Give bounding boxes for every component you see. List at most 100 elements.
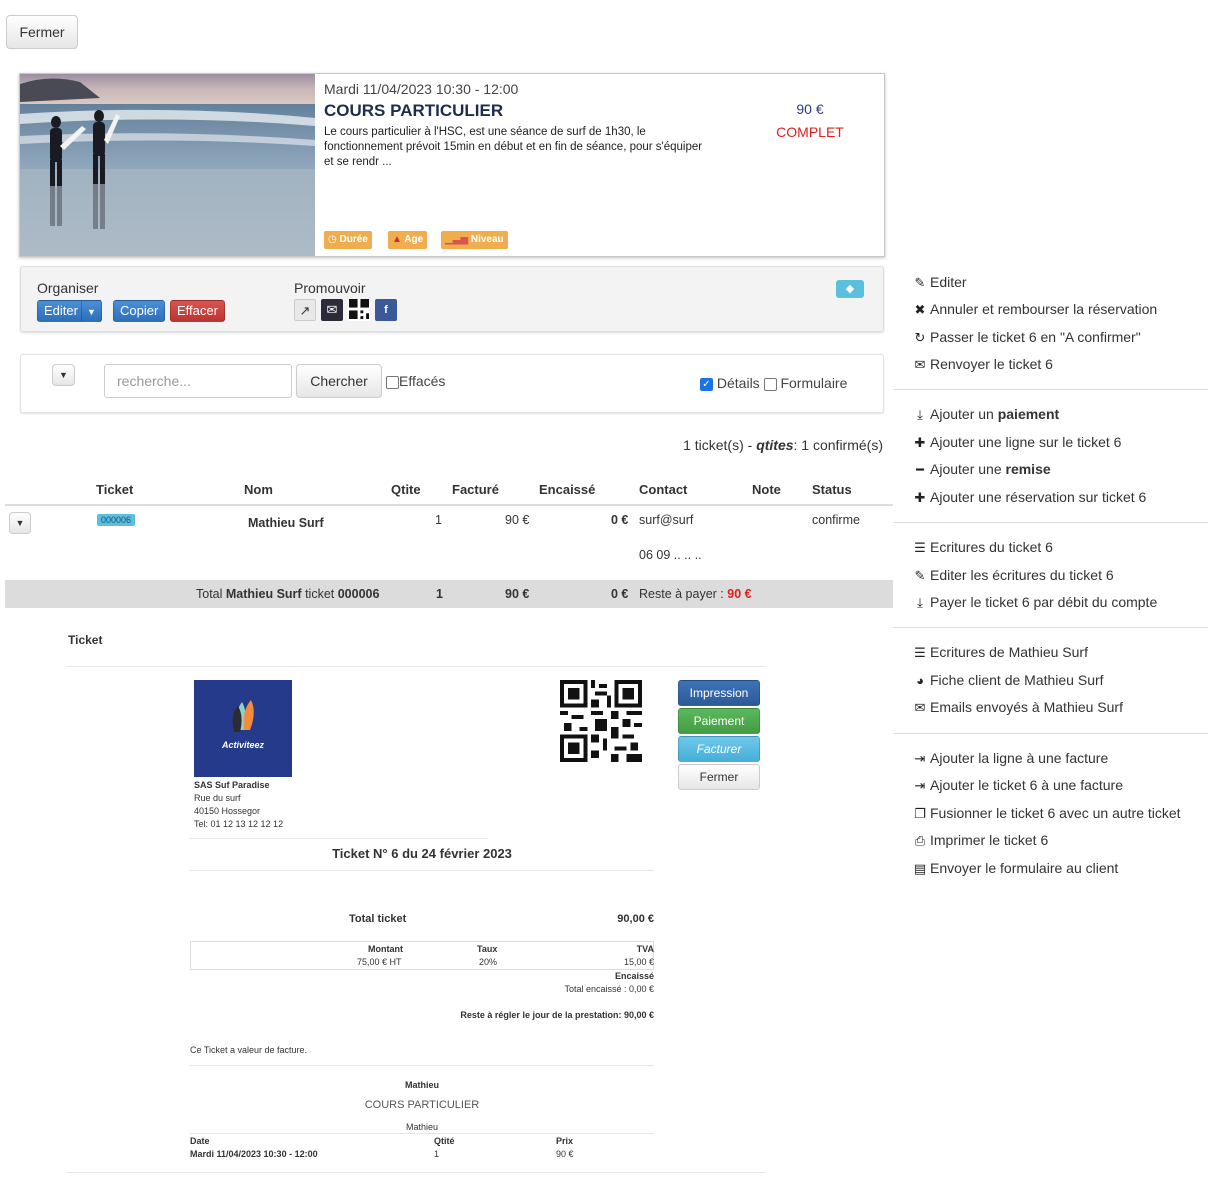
line-header-date: Date bbox=[190, 1136, 210, 1146]
remaining-to-pay: Reste à régler le jour de la prestation:… bbox=[460, 1010, 654, 1020]
user-icon: ▲ bbox=[392, 234, 405, 245]
menu-separator bbox=[893, 389, 1208, 390]
encaisse-label: Encaissé bbox=[614, 971, 654, 981]
search-button[interactable]: Chercher bbox=[296, 364, 382, 398]
merge-icon: ❐ bbox=[914, 806, 926, 821]
tax-header-vat: TVA bbox=[636, 944, 654, 954]
search-input[interactable]: recherche... bbox=[104, 364, 292, 398]
event-date: Mardi 11/04/2023 10:30 - 12:00 bbox=[324, 81, 519, 97]
menu-to-confirm[interactable]: ↻ Passer le ticket 6 en "A confirmer" bbox=[912, 327, 1141, 347]
edit-dropdown-toggle[interactable]: ▼ bbox=[81, 300, 102, 322]
menu-add-payment[interactable]: ⤓ Ajouter un paiement bbox=[912, 404, 1059, 424]
line-price: 90 € bbox=[556, 1149, 574, 1159]
menu-add-ticket-invoice[interactable]: ⇥ Ajouter le ticket 6 à une facture bbox=[912, 775, 1123, 795]
company-logo: Activiteez bbox=[194, 680, 292, 777]
login-icon: ⇥ bbox=[914, 751, 926, 766]
svg-text:Activiteez: Activiteez bbox=[221, 740, 265, 750]
menu-sent-emails[interactable]: ✉ Emails envoyés à Mathieu Surf bbox=[912, 697, 1123, 717]
plus-icon: ✚ bbox=[914, 490, 926, 505]
pencil-icon: ✎ bbox=[914, 275, 926, 290]
event-price: 90 € bbox=[796, 101, 824, 117]
event-card: Mardi 11/04/2023 10:30 - 12:00 COURS PAR… bbox=[19, 73, 885, 257]
clock-icon: ◷ bbox=[328, 234, 340, 245]
deleted-checkbox[interactable] bbox=[386, 375, 399, 389]
details-filter[interactable]: ✓ Détails Formulaire bbox=[700, 375, 847, 391]
menu-edit[interactable]: ✎ Editer bbox=[912, 272, 967, 292]
row-phone[interactable]: 06 09 .. .. .. bbox=[639, 548, 702, 562]
minus-icon: ━ bbox=[916, 462, 924, 477]
menu-send-form[interactable]: ▤ Envoyer le formulaire au client bbox=[912, 858, 1118, 878]
total-qty: 1 bbox=[436, 587, 443, 601]
row-status: confirme bbox=[812, 513, 860, 527]
menu-edit-entries[interactable]: ✎ Editer les écritures du ticket 6 bbox=[912, 565, 1114, 585]
copy-button[interactable]: Copier bbox=[113, 300, 166, 322]
caret-down-icon: ▼ bbox=[59, 370, 68, 380]
tag-duration: ◷ Durée bbox=[324, 231, 372, 249]
deleted-filter[interactable]: Effacés bbox=[386, 373, 445, 389]
close-button[interactable]: Fermer bbox=[6, 15, 78, 49]
menu-add-line[interactable]: ✚ Ajouter une ligne sur le ticket 6 bbox=[912, 432, 1122, 452]
ticket-summary: 1 ticket(s) - qtites: 1 confirmé(s) bbox=[683, 437, 883, 453]
invoice-note: Ce Ticket a valeur de facture. bbox=[190, 1045, 308, 1055]
menu-ticket-entries[interactable]: ☰ Ecritures du ticket 6 bbox=[912, 537, 1053, 557]
total-remaining: Reste à payer : 90 € bbox=[639, 587, 752, 601]
total-ticket-value: 90,00 € bbox=[617, 913, 654, 925]
payment-button[interactable]: Paiement bbox=[678, 708, 760, 734]
print-icon: ⎙ bbox=[914, 833, 926, 848]
menu-separator bbox=[893, 627, 1208, 628]
form-checkbox[interactable] bbox=[763, 377, 777, 391]
search-panel: ▼ recherche... Chercher Effacés ✓ Détail… bbox=[20, 354, 884, 413]
menu-merge-ticket[interactable]: ❐ Fusionner le ticket 6 avec un autre tic… bbox=[912, 803, 1180, 823]
cross-icon: ✖ bbox=[914, 302, 926, 317]
doc-divider bbox=[67, 1172, 765, 1173]
menu-resend-ticket[interactable]: ✉ Renvoyer le ticket 6 bbox=[912, 354, 1053, 374]
deleted-label: Effacés bbox=[399, 373, 446, 389]
envelope-icon: ✉ bbox=[914, 700, 926, 715]
row-cashed: 0 € bbox=[611, 513, 629, 527]
envelope-icon: ✉ bbox=[914, 357, 926, 372]
promote-title: Promouvoir bbox=[294, 280, 366, 296]
menu-customer-file[interactable]: ◕ Fiche client de Mathieu Surf bbox=[912, 670, 1103, 690]
row-dropdown-toggle[interactable]: ▼ bbox=[9, 512, 31, 534]
row-email[interactable]: surf@surf bbox=[639, 513, 693, 527]
print-button[interactable]: Impression bbox=[678, 680, 760, 706]
tax-amount: 75,00 € HT bbox=[357, 957, 402, 967]
menu-cancel-refund[interactable]: ✖ Annuler et rembourser la réservation bbox=[912, 299, 1158, 319]
menu-add-reservation[interactable]: ✚ Ajouter une réservation sur ticket 6 bbox=[912, 487, 1147, 507]
tag-level: ▁▃▅ Niveau bbox=[441, 231, 508, 249]
link-icon[interactable]: ↗ bbox=[294, 299, 316, 321]
ticket-qrcode bbox=[560, 680, 642, 762]
menu-separator bbox=[893, 522, 1208, 523]
delete-button[interactable]: Effacer bbox=[170, 300, 225, 322]
pencil-icon: ✎ bbox=[914, 568, 926, 583]
menu-add-discount[interactable]: ━ Ajouter une remise bbox=[912, 459, 1051, 479]
tax-vat: 15,00 € bbox=[623, 957, 654, 967]
company-info: SAS Suf Paradise Rue du surf 40150 Hosse… bbox=[194, 779, 283, 831]
total-encaisse: Total encaissé : 0,00 € bbox=[564, 984, 654, 994]
tax-header-amount: Montant bbox=[368, 944, 403, 954]
organiser-panel: Organiser Editer ▼ Copier Effacer Promou… bbox=[20, 266, 884, 332]
company-phone: Tel: 01 12 13 12 12 12 bbox=[194, 819, 284, 829]
doc-divider bbox=[190, 870, 654, 871]
doc-close-button[interactable]: Fermer bbox=[678, 764, 760, 790]
menu-pay-by-debit[interactable]: ⤓ Payer le ticket 6 par débit du compte bbox=[912, 592, 1157, 612]
row-name[interactable]: Mathieu Surf bbox=[248, 516, 324, 530]
menu-print-ticket[interactable]: ⎙ Imprimer le ticket 6 bbox=[912, 830, 1048, 850]
company-address2: 40150 Hossegor bbox=[194, 806, 261, 816]
row-billed: 90 € bbox=[505, 513, 530, 527]
invoice-button[interactable]: Facturer bbox=[678, 736, 760, 762]
menu-customer-entries[interactable]: ☰ Ecritures de Mathieu Surf bbox=[912, 642, 1088, 662]
customer-name: Mathieu bbox=[404, 1080, 439, 1090]
list-icon: ☰ bbox=[914, 540, 926, 555]
row-qty: 1 bbox=[435, 513, 442, 527]
details-checkbox[interactable]: ✓ bbox=[700, 377, 713, 391]
facebook-icon[interactable]: f bbox=[375, 299, 397, 321]
tag-icon[interactable]: ◆ bbox=[836, 280, 864, 298]
qrcode-icon[interactable] bbox=[348, 299, 370, 321]
signal-icon: ▁▃▅ bbox=[445, 234, 471, 245]
email-icon[interactable]: ✉ bbox=[321, 299, 343, 321]
event-title[interactable]: COURS PARTICULIER bbox=[324, 101, 503, 121]
ticket-badge[interactable]: 000006 bbox=[97, 514, 136, 526]
filter-dropdown-toggle[interactable]: ▼ bbox=[52, 364, 75, 386]
menu-add-line-invoice[interactable]: ⇥ Ajouter la ligne à une facture bbox=[912, 748, 1109, 768]
